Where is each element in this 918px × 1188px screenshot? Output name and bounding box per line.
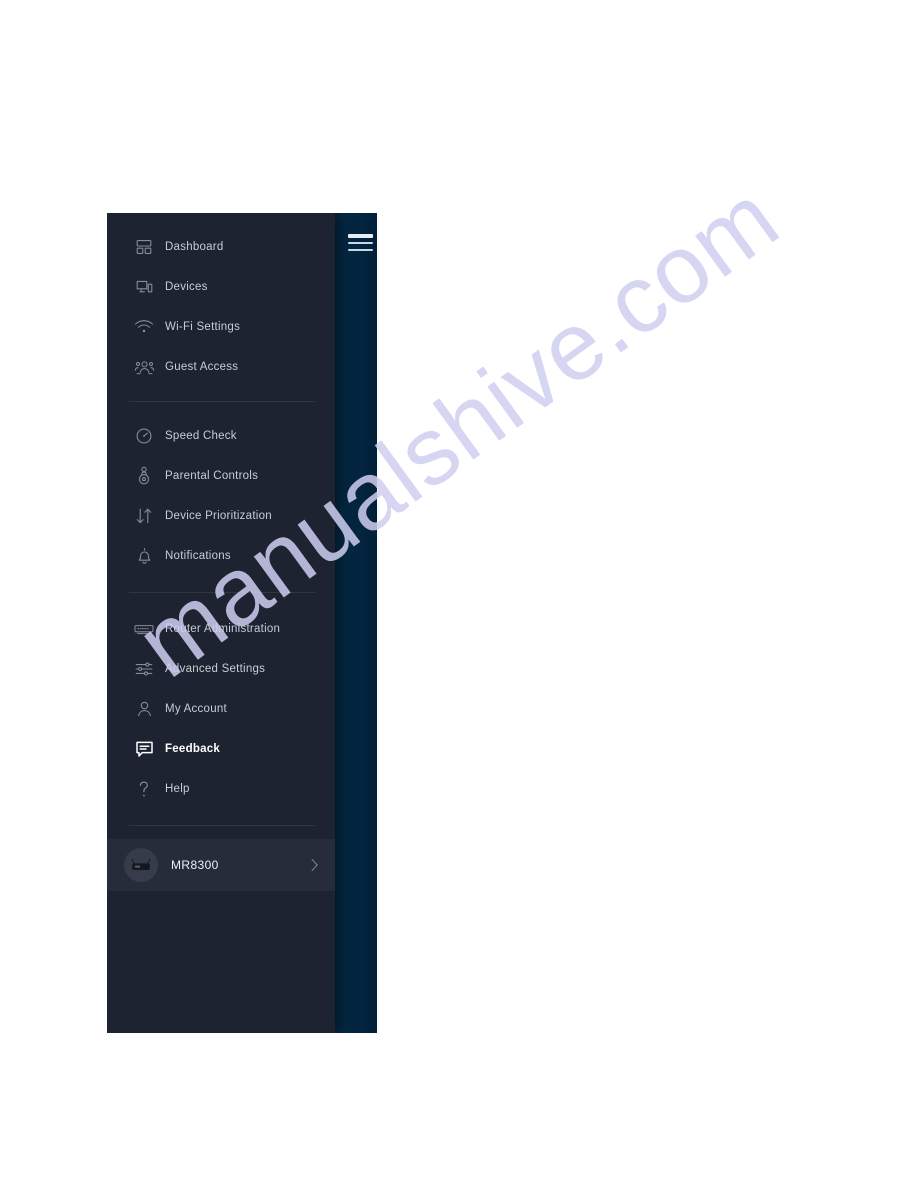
- router-device-icon: [131, 858, 151, 870]
- avatar: [124, 848, 158, 882]
- sidebar-item-label: Router Administration: [165, 623, 281, 635]
- sidebar-item-label: Guest Access: [165, 361, 239, 373]
- arrows-up-down-icon: [127, 506, 161, 526]
- sidebar-item-help[interactable]: Help: [107, 769, 335, 809]
- sidebar-item-router-administration[interactable]: Router Administration: [107, 609, 335, 649]
- wifi-icon: [127, 317, 161, 337]
- sidebar-item-wifi-settings[interactable]: Wi-Fi Settings: [107, 307, 335, 347]
- app-screenshot: Dashboard Devices Wi-Fi Settings Guest A…: [107, 213, 377, 1033]
- spacer-top: [107, 213, 335, 227]
- sidebar-item-label: Notifications: [165, 550, 231, 562]
- sidebar-item-label: Feedback: [165, 743, 221, 755]
- sidebar-item-dashboard[interactable]: Dashboard: [107, 227, 335, 267]
- sidebar-item-label: Wi-Fi Settings: [165, 321, 241, 333]
- dashboard-icon: [127, 237, 161, 257]
- sidebar-item-parental-controls[interactable]: Parental Controls: [107, 456, 335, 496]
- device-list-item[interactable]: MR8300: [107, 839, 335, 891]
- sidebar-item-advanced-settings[interactable]: Advanced Settings: [107, 649, 335, 689]
- chevron-right-icon: [310, 858, 319, 872]
- hamburger-line-1: [348, 234, 373, 238]
- hamburger-menu-button[interactable]: [348, 234, 373, 252]
- sidebar-item-label: Speed Check: [165, 430, 237, 442]
- navigation-menu: Dashboard Devices Wi-Fi Settings Guest A…: [107, 213, 335, 882]
- hamburger-line-3: [348, 249, 373, 251]
- navigation-drawer: Dashboard Devices Wi-Fi Settings Guest A…: [107, 213, 335, 1033]
- question-mark-icon: [127, 779, 161, 799]
- sidebar-item-notifications[interactable]: Notifications: [107, 536, 335, 576]
- device-name: MR8300: [171, 858, 219, 872]
- bell-icon: [127, 546, 161, 566]
- sidebar-item-speed-check[interactable]: Speed Check: [107, 416, 335, 456]
- guest-access-icon: [127, 357, 161, 377]
- sliders-icon: [127, 659, 161, 679]
- sidebar-item-label: Advanced Settings: [165, 663, 266, 675]
- sidebar-item-feedback[interactable]: Feedback: [107, 729, 335, 769]
- sidebar-item-guest-access[interactable]: Guest Access: [107, 347, 335, 387]
- devices-icon: [127, 277, 161, 297]
- hamburger-line-2: [348, 242, 373, 244]
- sidebar-item-label: Dashboard: [165, 241, 224, 253]
- sidebar-item-label: Parental Controls: [165, 470, 259, 482]
- router-icon: [127, 619, 161, 639]
- sidebar-item-label: Device Prioritization: [165, 510, 272, 522]
- parental-controls-icon: [127, 466, 161, 486]
- sidebar-item-label: My Account: [165, 703, 227, 715]
- sidebar-item-label: Help: [165, 783, 190, 795]
- sidebar-item-device-prioritization[interactable]: Device Prioritization: [107, 496, 335, 536]
- sidebar-item-devices[interactable]: Devices: [107, 267, 335, 307]
- chat-bubble-icon: [127, 739, 161, 759]
- sidebar-item-label: Devices: [165, 281, 208, 293]
- sidebar-item-my-account[interactable]: My Account: [107, 689, 335, 729]
- user-icon: [127, 699, 161, 719]
- speedometer-icon: [127, 426, 161, 446]
